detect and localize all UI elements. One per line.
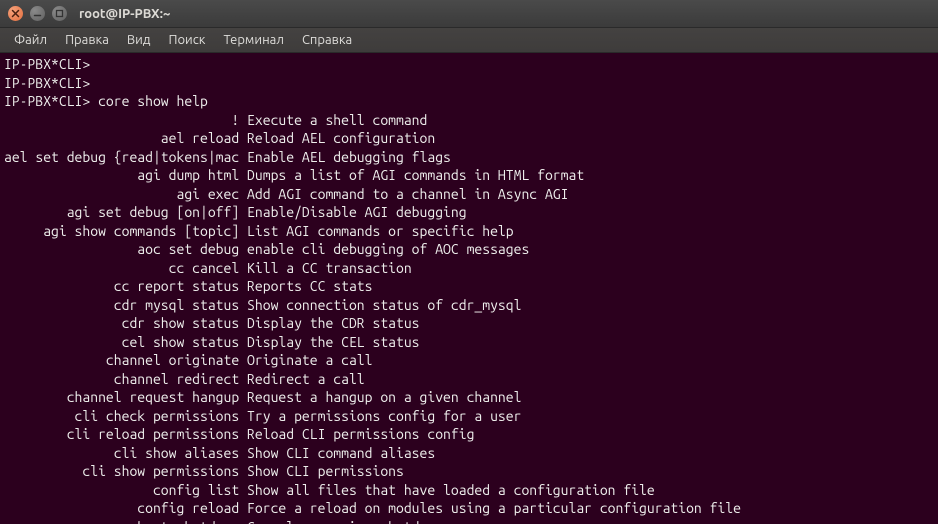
terminal-line: IP-PBX*CLI> [4, 74, 934, 93]
help-description: Reload CLI permissions config [247, 426, 474, 442]
help-command: cli show aliases [4, 445, 239, 461]
help-command: agi set debug [on|off] [4, 204, 239, 220]
help-command: core abort shutdown [4, 519, 239, 524]
help-description: Add AGI command to a channel in Async AG… [247, 186, 568, 202]
menu-edit[interactable]: Правка [57, 31, 117, 49]
help-description: Enable/Disable AGI debugging [247, 204, 467, 220]
terminal-viewport[interactable]: IP-PBX*CLI>IP-PBX*CLI>IP-PBX*CLI> core s… [0, 53, 938, 524]
terminal-line: cli show aliases Show CLI command aliase… [4, 444, 934, 463]
help-command: cc report status [4, 278, 239, 294]
terminal-line: channel request hangup Request a hangup … [4, 388, 934, 407]
help-description: Redirect a call [247, 371, 365, 387]
menu-help[interactable]: Справка [294, 31, 360, 49]
help-description: Dumps a list of AGI commands in HTML for… [247, 167, 584, 183]
help-command: cdr mysql status [4, 297, 239, 313]
help-description: Show connection status of cdr_mysql [247, 297, 521, 313]
title-bar: root@IP-PBX:~ [0, 0, 938, 28]
terminal-line: agi show commands [topic] List AGI comma… [4, 222, 934, 241]
help-description: Show CLI command aliases [247, 445, 435, 461]
help-command: cel show status [4, 334, 239, 350]
help-description: Cancel a running shutdown [247, 519, 443, 524]
help-command: ael set debug {read|tokens|mac [4, 149, 239, 165]
help-command: agi dump html [4, 167, 239, 183]
terminal-line: channel redirect Redirect a call [4, 370, 934, 389]
help-description: Request a hangup on a given channel [247, 389, 521, 405]
help-command: cdr show status [4, 315, 239, 331]
help-command: channel redirect [4, 371, 239, 387]
help-description: enable cli debugging of AOC messages [247, 241, 529, 257]
minimize-button[interactable] [30, 6, 45, 21]
terminal-line: core abort shutdown Cancel a running shu… [4, 518, 934, 524]
terminal-line: cdr mysql status Show connection status … [4, 296, 934, 315]
terminal-line: ! Execute a shell command [4, 111, 934, 130]
help-command: cc cancel [4, 260, 239, 276]
terminal-line: agi dump html Dumps a list of AGI comman… [4, 166, 934, 185]
window-title: root@IP-PBX:~ [79, 7, 170, 21]
terminal-line: aoc set debug enable cli debugging of AO… [4, 240, 934, 259]
terminal-line: cli check permissions Try a permissions … [4, 407, 934, 426]
help-description: Display the CDR status [247, 315, 419, 331]
help-command: config list [4, 482, 239, 498]
menu-terminal[interactable]: Терминал [215, 31, 291, 49]
help-description: Originate a call [247, 352, 372, 368]
help-command: cli check permissions [4, 408, 239, 424]
terminal-line: agi set debug [on|off] Enable/Disable AG… [4, 203, 934, 222]
help-description: Execute a shell command [247, 112, 427, 128]
close-button[interactable] [8, 6, 23, 21]
help-command: config reload [4, 500, 239, 516]
help-description: Enable AEL debugging flags [247, 149, 451, 165]
terminal-line: config list Show all files that have loa… [4, 481, 934, 500]
help-command: ael reload [4, 130, 239, 146]
help-description: Reload AEL configuration [247, 130, 435, 146]
terminal-line: cli reload permissions Reload CLI permis… [4, 425, 934, 444]
terminal-line: ael reload Reload AEL configuration [4, 129, 934, 148]
terminal-line: agi exec Add AGI command to a channel in… [4, 185, 934, 204]
terminal-line: cdr show status Display the CDR status [4, 314, 934, 333]
help-command: ! [4, 112, 239, 128]
window-controls [8, 6, 67, 21]
terminal-line: channel originate Originate a call [4, 351, 934, 370]
help-description: Show CLI permissions [247, 463, 404, 479]
terminal-line: IP-PBX*CLI> [4, 55, 934, 74]
help-command: cli reload permissions [4, 426, 239, 442]
menu-search[interactable]: Поиск [160, 31, 213, 49]
help-description: Kill a CC transaction [247, 260, 412, 276]
help-description: Try a permissions config for a user [247, 408, 521, 424]
terminal-line: cel show status Display the CEL status [4, 333, 934, 352]
maximize-button[interactable] [52, 6, 67, 21]
help-command: cli show permissions [4, 463, 239, 479]
terminal-line: cc cancel Kill a CC transaction [4, 259, 934, 278]
terminal-line: config reload Force a reload on modules … [4, 499, 934, 518]
menu-bar: Файл Правка Вид Поиск Терминал Справка [0, 28, 938, 53]
help-command: aoc set debug [4, 241, 239, 257]
help-command: agi show commands [topic] [4, 223, 239, 239]
menu-view[interactable]: Вид [119, 31, 159, 49]
help-description: Display the CEL status [247, 334, 419, 350]
help-command: channel originate [4, 352, 239, 368]
help-command: agi exec [4, 186, 239, 202]
terminal-line: IP-PBX*CLI> core show help [4, 92, 934, 111]
help-command: channel request hangup [4, 389, 239, 405]
help-description: Reports CC stats [247, 278, 372, 294]
terminal-line: ael set debug {read|tokens|mac Enable AE… [4, 148, 934, 167]
help-description: Show all files that have loaded a config… [247, 482, 655, 498]
menu-file[interactable]: Файл [6, 31, 55, 49]
terminal-line: cli show permissions Show CLI permission… [4, 462, 934, 481]
help-description: Force a reload on modules using a partic… [247, 500, 741, 516]
help-description: List AGI commands or specific help [247, 223, 514, 239]
terminal-line: cc report status Reports CC stats [4, 277, 934, 296]
